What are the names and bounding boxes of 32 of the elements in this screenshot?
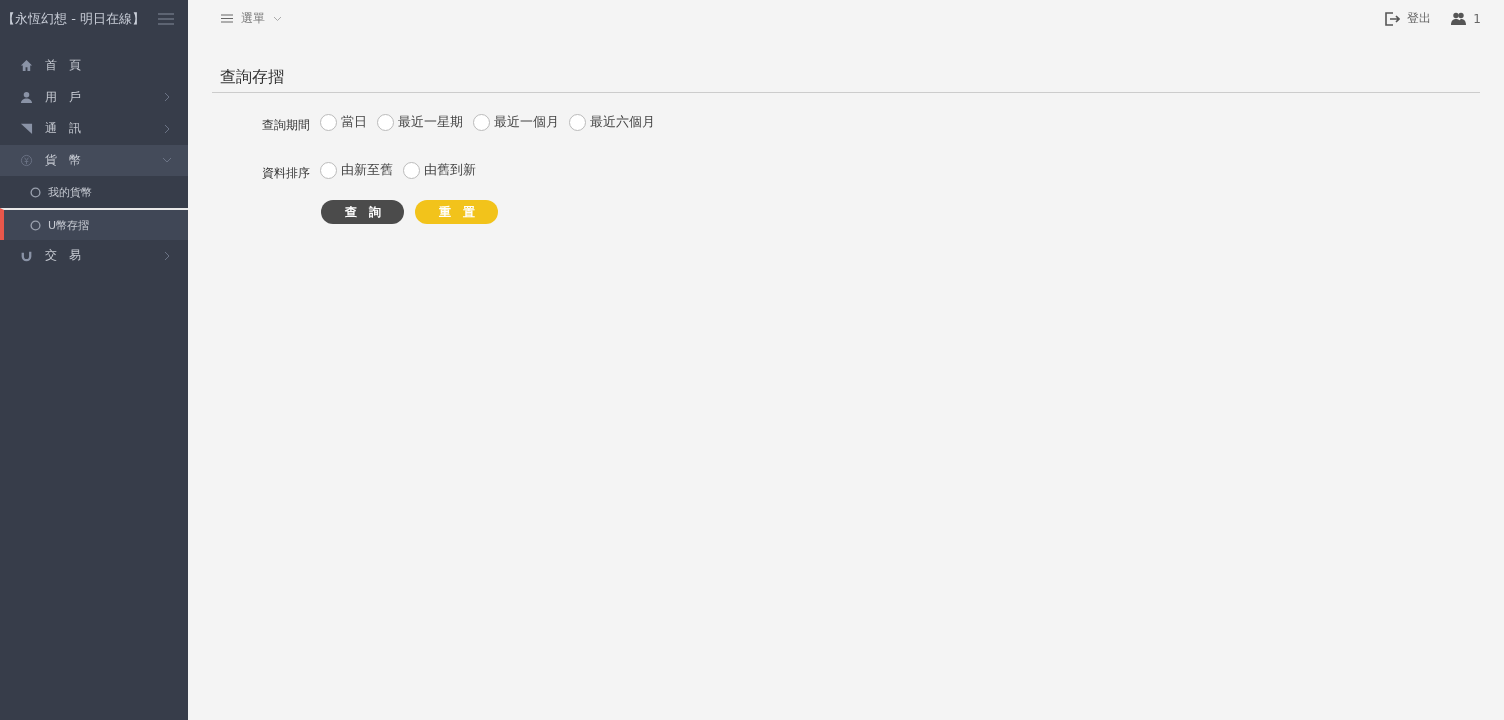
site-title: 【永恆幻想 - 明日在線】 — [2, 9, 145, 28]
field-label: 查詢期間 — [262, 117, 311, 134]
triangle-icon — [20, 122, 33, 136]
search-button[interactable]: 查 詢 — [321, 200, 404, 224]
users-icon — [1451, 12, 1467, 25]
logout-link[interactable]: 登出 — [1385, 10, 1432, 27]
radio-option[interactable]: 最近一星期 — [377, 114, 463, 131]
nav-item[interactable]: 通 訊 — [0, 113, 188, 145]
circle-icon — [30, 186, 41, 198]
nav-item[interactable]: 首 頁 — [0, 50, 188, 82]
nav-subitem[interactable]: U幣存摺 — [0, 208, 188, 240]
page-title: 查詢存摺 — [212, 67, 1480, 93]
user-icon — [20, 90, 33, 104]
nav-item[interactable]: 貨 幣 — [0, 144, 188, 176]
radio-option[interactable]: 當日 — [320, 114, 367, 131]
nav-item[interactable]: 交 易 — [0, 240, 188, 272]
field-label: 資料排序 — [262, 165, 311, 182]
chevron-down-icon — [273, 15, 282, 22]
logout-icon — [1385, 11, 1401, 26]
menu-dropdown[interactable]: 選單 — [221, 10, 282, 27]
nav-item[interactable]: 用 戶 — [0, 81, 188, 113]
menu-icon[interactable] — [158, 12, 174, 25]
magnet-icon — [20, 249, 33, 263]
radio-option[interactable]: 由新至舊 — [320, 162, 393, 179]
home-icon — [20, 59, 33, 73]
circle-icon — [30, 219, 41, 231]
coin-icon — [20, 153, 33, 167]
online-users[interactable]: 1 — [1451, 10, 1481, 27]
menu-icon — [221, 14, 233, 23]
radio-option[interactable]: 最近六個月 — [569, 114, 655, 131]
radio-option[interactable]: 由舊到新 — [403, 162, 476, 179]
radio-option[interactable]: 最近一個月 — [473, 114, 559, 131]
